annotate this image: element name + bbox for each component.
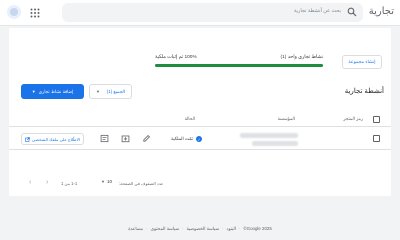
business-address-redacted bbox=[252, 141, 298, 146]
rows-per-page-label: عدد الصفوف في الصفحة: bbox=[119, 181, 164, 186]
verification-progress: نشاط تجاري واحد (1) 100% تم إثبات ملكية bbox=[155, 55, 323, 71]
top-bar: تجارية بحث عن أنشطة تجارية bbox=[0, 0, 400, 26]
select-all-checkbox[interactable] bbox=[373, 116, 380, 123]
progress-fill bbox=[155, 64, 323, 67]
progress-track bbox=[155, 64, 323, 67]
app-title: تجارية bbox=[368, 6, 394, 17]
business-name-redacted bbox=[240, 133, 298, 138]
column-status: الحالة bbox=[184, 116, 195, 121]
progress-count-label: نشاط تجاري واحد (1) bbox=[280, 55, 324, 60]
filter-select[interactable]: الجميع (1) ▼ bbox=[89, 84, 132, 99]
footer-link-help[interactable]: مساعدة bbox=[128, 226, 143, 232]
footer-link-content-policy[interactable]: سياسة المحتوى bbox=[151, 226, 180, 232]
apps-grid-icon[interactable] bbox=[30, 8, 40, 18]
status-text: تمّت الملكية bbox=[171, 136, 193, 141]
column-business: المؤسسة bbox=[277, 116, 295, 121]
page-count: 1-1 من 1 bbox=[61, 181, 78, 186]
create-group-button[interactable]: إنشاء مجموعة bbox=[342, 55, 382, 69]
row-checkbox[interactable] bbox=[373, 135, 380, 142]
footer-link-terms[interactable]: البنود bbox=[227, 226, 236, 232]
footer: Google 2025© · البنود · سياسة الخصوصية ·… bbox=[128, 226, 272, 232]
table-header: رمز المتجر المؤسسة الحالة bbox=[9, 112, 391, 127]
avatar[interactable] bbox=[7, 5, 21, 19]
view-profile-label: الاطّلاع على ملفك الشخصي bbox=[31, 136, 81, 142]
rows-per-page-value: 10 bbox=[106, 179, 113, 184]
rows-per-page-select[interactable]: 10 ▼ bbox=[101, 179, 112, 184]
add-business-button[interactable]: إضافة نشاط تجاري ▼ bbox=[21, 84, 84, 99]
next-page-button[interactable]: › bbox=[29, 179, 31, 186]
footer-link-privacy[interactable]: سياسة الخصوصية bbox=[187, 226, 219, 232]
view-profile-button[interactable]: الاطّلاع على ملفك الشخصي bbox=[21, 133, 84, 145]
progress-complete-label: 100% تم إثبات ملكية bbox=[155, 55, 197, 60]
add-photo-icon[interactable] bbox=[121, 134, 130, 143]
chevron-down-icon: ▼ bbox=[96, 89, 100, 94]
search-icon bbox=[347, 7, 357, 17]
search-input[interactable]: بحث عن أنشطة تجارية bbox=[62, 3, 363, 22]
pagination: عدد الصفوف في الصفحة: 10 ▼ 1-1 من 1 ‹ › bbox=[9, 178, 391, 190]
table-row[interactable]: ✓ تمّت الملكية الاطّلاع على ملفك الشخصي bbox=[9, 128, 391, 150]
verified-check-icon: ✓ bbox=[196, 136, 202, 142]
footer-copyright: Google 2025© bbox=[243, 226, 272, 231]
filter-label: الجميع (1) bbox=[106, 88, 125, 94]
chevron-down-icon: ▼ bbox=[101, 179, 105, 184]
businesses-card: إنشاء مجموعة نشاط تجاري واحد (1) 100% تم… bbox=[9, 28, 391, 196]
edit-icon[interactable] bbox=[142, 134, 151, 143]
search-placeholder: بحث عن أنشطة تجارية bbox=[293, 8, 341, 14]
open-in-new-icon bbox=[25, 136, 30, 142]
add-business-label: إضافة نشاط تجاري bbox=[38, 88, 74, 94]
status-cell: ✓ تمّت الملكية bbox=[171, 136, 202, 142]
previous-page-button[interactable]: ‹ bbox=[46, 179, 48, 186]
column-store-code: رمز المتجر bbox=[343, 116, 363, 121]
chevron-down-icon: ▼ bbox=[31, 89, 36, 94]
page-title: أنشطة تجارية bbox=[344, 88, 384, 95]
post-icon[interactable] bbox=[100, 134, 109, 143]
